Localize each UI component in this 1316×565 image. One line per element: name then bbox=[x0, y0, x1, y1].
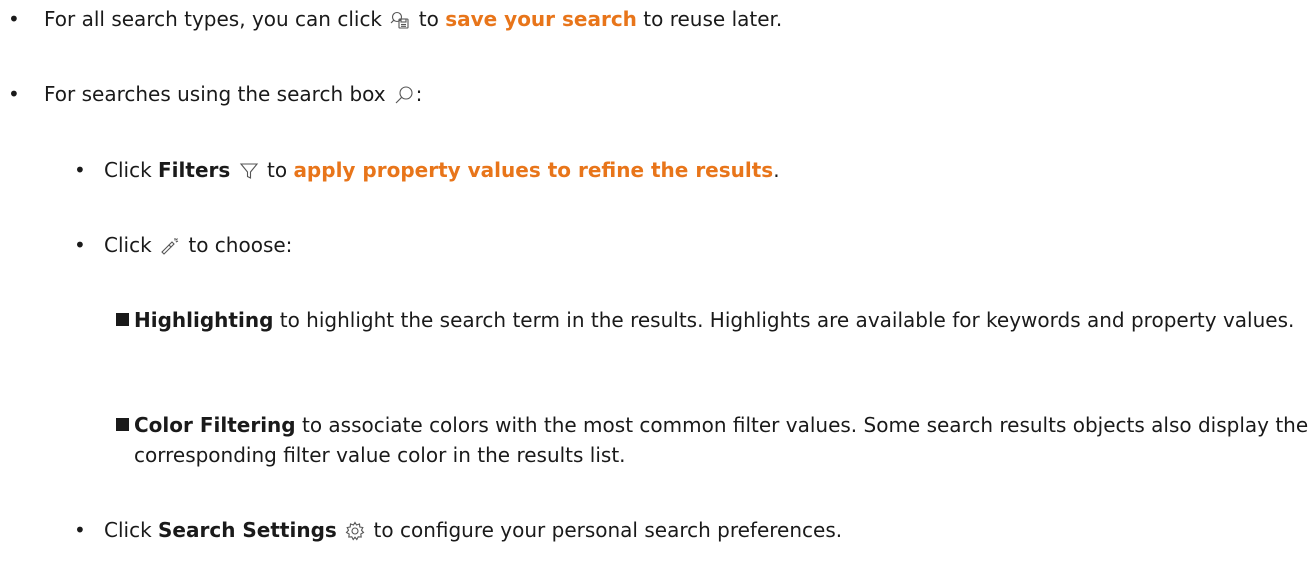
item-text: . bbox=[773, 158, 780, 182]
list-item-search-box: • For searches using the search box : bbox=[8, 79, 423, 109]
option-text: to associate colors with the most common… bbox=[134, 413, 1309, 467]
color-filtering-label: Color Filtering bbox=[134, 413, 296, 437]
item-text: For all search types, you can click bbox=[44, 7, 383, 31]
item-text: to bbox=[418, 7, 439, 31]
list-item-save-search: • For all search types, you can click to… bbox=[8, 4, 783, 34]
highlighting-label: Highlighting bbox=[134, 308, 274, 332]
save-search-icon[interactable] bbox=[390, 10, 410, 30]
bullet: • bbox=[74, 518, 86, 542]
sub-item-filters: • Click Filters to apply property values… bbox=[74, 155, 780, 185]
bullet: • bbox=[8, 7, 20, 31]
option-highlighting: Highlighting to highlight the search ter… bbox=[116, 305, 1310, 335]
option-color-filtering: Color Filtering to associate colors with… bbox=[116, 410, 1310, 470]
square-bullet bbox=[116, 313, 129, 326]
gear-icon[interactable] bbox=[345, 521, 365, 541]
refine-results-link[interactable]: apply property values to refine the resu… bbox=[293, 158, 773, 182]
sub-item-search-settings: • Click Search Settings to configure you… bbox=[74, 515, 843, 545]
filters-label: Filters bbox=[158, 158, 231, 182]
bullet: • bbox=[8, 82, 20, 106]
search-settings-label: Search Settings bbox=[158, 518, 337, 542]
item-text: to choose: bbox=[188, 233, 293, 257]
item-text: : bbox=[415, 82, 423, 106]
item-text: to configure your personal search prefer… bbox=[373, 518, 843, 542]
item-text: to bbox=[267, 158, 288, 182]
item-text: For searches using the search box bbox=[44, 82, 386, 106]
item-text: Click bbox=[104, 158, 152, 182]
square-bullet bbox=[116, 418, 129, 431]
option-text: to highlight the search term in the resu… bbox=[279, 308, 1295, 332]
item-text: Click bbox=[104, 518, 152, 542]
filter-icon[interactable] bbox=[239, 161, 259, 181]
flashlight-icon[interactable] bbox=[160, 236, 180, 256]
bullet: • bbox=[74, 233, 86, 257]
item-text: to reuse later. bbox=[643, 7, 783, 31]
sub-item-choose: • Click to choose: bbox=[74, 230, 293, 260]
bullet: • bbox=[74, 158, 86, 182]
item-text: Click bbox=[104, 233, 152, 257]
save-search-link[interactable]: save your search bbox=[445, 7, 637, 31]
search-icon[interactable] bbox=[394, 85, 414, 105]
